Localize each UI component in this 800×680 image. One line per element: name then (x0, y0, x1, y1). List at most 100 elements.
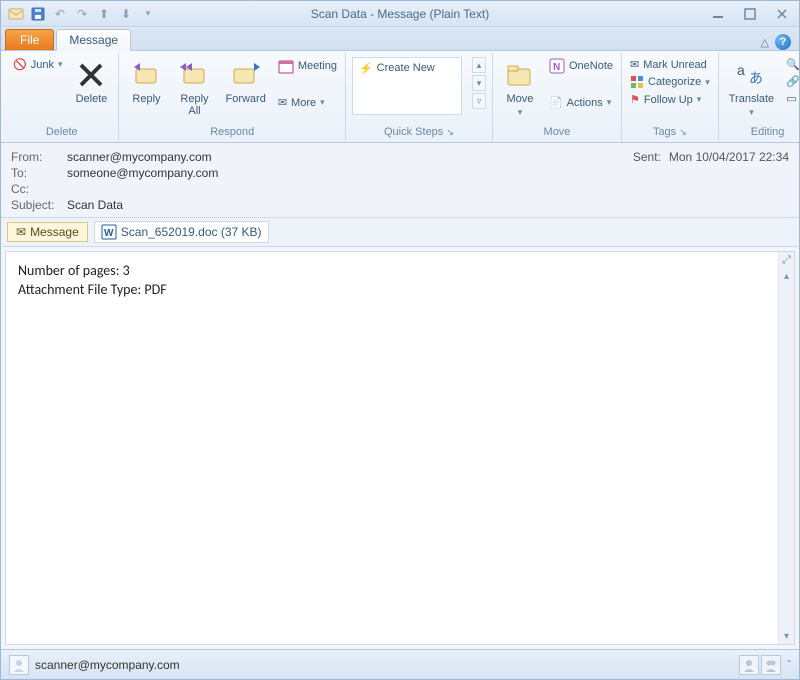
message-icon: ✉ (16, 225, 26, 239)
group-quick-steps: ⚡ Create New ▴ ▾ ▿ Quick Steps ↘ (346, 53, 493, 142)
translate-label: Translate (729, 93, 774, 105)
tags-launcher-icon[interactable]: ↘ (679, 127, 687, 137)
people-pane-expand-icon[interactable]: ˆ (787, 658, 791, 672)
group-label-move: Move (499, 126, 615, 142)
meeting-button[interactable]: Meeting (276, 57, 339, 75)
status-bar: scanner@mycompany.com ˆ (1, 649, 799, 679)
undo-icon[interactable]: ↶ (51, 5, 69, 23)
onenote-label: OneNote (569, 60, 613, 72)
ribbon: 🚫 Junk Delete Delete Reply (1, 51, 799, 143)
tab-message[interactable]: Message (56, 29, 131, 51)
window-controls (707, 6, 793, 22)
mark-unread-label: Mark Unread (643, 59, 707, 71)
categorize-button[interactable]: Categorize (628, 74, 712, 90)
message-body-container: Number of pages: 3 Attachment File Type:… (1, 247, 799, 649)
subject-value: Scan Data (67, 198, 123, 212)
onenote-button[interactable]: N OneNote (547, 57, 615, 75)
more-icon: ✉ (278, 96, 287, 109)
tags-label: Tags (653, 126, 676, 138)
group-editing: aあ Translate 🔍 🔗 ▭ Editing (719, 53, 800, 142)
quick-steps-scroll: ▴ ▾ ▿ (472, 57, 486, 109)
related-icon: 🔗 (786, 75, 800, 88)
scrollbar[interactable]: ⤢ ▴ ▾ (778, 252, 794, 644)
forward-icon (230, 59, 262, 91)
move-icon (504, 59, 536, 91)
title-bar: ↶ ↷ ⬆ ⬇ ▾ Scan Data - Message (Plain Tex… (1, 1, 799, 27)
follow-up-button[interactable]: ⚑ Follow Up (628, 92, 712, 107)
reply-button[interactable]: Reply (125, 57, 167, 107)
ribbon-collapse-icon[interactable]: △ (761, 36, 769, 49)
body-line-1: Number of pages: 3 (18, 262, 782, 281)
attachment-chip[interactable]: W Scan_652019.doc (37 KB) (94, 221, 269, 243)
select-button[interactable]: ▭ (784, 91, 800, 106)
qat-next-icon[interactable]: ⬇ (117, 5, 135, 23)
contact-photo-icon[interactable] (9, 655, 29, 675)
delete-button[interactable]: Delete (70, 57, 112, 107)
word-doc-icon: W (101, 224, 117, 240)
svg-text:あ: あ (749, 70, 763, 86)
from-value: scanner@mycompany.com (67, 150, 212, 164)
junk-label: Junk (31, 59, 54, 71)
sent-label: Sent: (633, 150, 661, 164)
to-value: someone@mycompany.com (67, 166, 218, 180)
to-label: To: (11, 166, 67, 180)
gallery-more-icon[interactable]: ▿ (472, 93, 486, 109)
subject-label: Subject: (11, 198, 67, 212)
find-button[interactable]: 🔍 (784, 57, 800, 72)
gallery-up-icon[interactable]: ▴ (472, 57, 486, 73)
forward-label: Forward (225, 93, 265, 105)
junk-icon: 🚫 (13, 58, 27, 71)
mark-unread-icon: ✉ (630, 58, 639, 71)
group-label-editing: Editing (725, 126, 800, 142)
message-body-tab[interactable]: ✉ Message (7, 222, 88, 242)
actions-button[interactable]: 📄 Actions (547, 95, 615, 110)
qat-customize-dropdown[interactable]: ▾ (139, 5, 157, 23)
maximize-button[interactable] (739, 6, 761, 22)
from-label: From: (11, 150, 67, 164)
reply-icon (130, 59, 162, 91)
people-pane-icon[interactable] (739, 655, 759, 675)
quick-steps-gallery[interactable]: ⚡ Create New (352, 57, 462, 115)
tab-file[interactable]: File (5, 29, 54, 50)
translate-icon: aあ (735, 59, 767, 91)
message-header: From: scanner@mycompany.com Sent:Mon 10/… (1, 143, 799, 218)
attachment-filename: Scan_652019.doc (37 KB) (121, 225, 262, 239)
meeting-label: Meeting (298, 60, 337, 72)
qs-label: Quick Steps (384, 126, 443, 138)
outlook-message-window: ↶ ↷ ⬆ ⬇ ▾ Scan Data - Message (Plain Tex… (0, 0, 800, 680)
more-button[interactable]: ✉ More (276, 95, 339, 110)
group-tags: ✉ Mark Unread Categorize ⚑ Follow Up Tag… (622, 53, 719, 142)
reply-all-label: Reply All (180, 93, 208, 117)
body-line-2: Attachment File Type: PDF (18, 281, 782, 300)
group-label-respond: Respond (125, 126, 338, 142)
forward-button[interactable]: Forward (221, 57, 269, 107)
group-label-tags: Tags ↘ (628, 126, 712, 142)
flag-icon: ⚑ (630, 93, 640, 106)
minimize-button[interactable] (707, 6, 729, 22)
lightning-icon: ⚡ (359, 62, 373, 75)
message-tab-label: Message (30, 225, 79, 239)
translate-button[interactable]: aあ Translate (725, 57, 778, 120)
reply-all-button[interactable]: Reply All (173, 57, 215, 119)
save-icon[interactable] (29, 5, 47, 23)
outlook-icon (7, 5, 25, 23)
gallery-down-icon[interactable]: ▾ (472, 75, 486, 91)
related-button[interactable]: 🔗 (784, 74, 800, 89)
scroll-down-icon[interactable]: ▾ (779, 628, 794, 644)
qat-previous-icon[interactable]: ⬆ (95, 5, 113, 23)
zoom-control-icon[interactable]: ⤢ (779, 252, 794, 268)
redo-icon[interactable]: ↷ (73, 5, 91, 23)
help-icon[interactable]: ? (775, 34, 791, 50)
close-button[interactable] (771, 6, 793, 22)
group-respond: Reply Reply All Forward Meeting ✉ (119, 53, 345, 142)
group-delete: 🚫 Junk Delete Delete (5, 53, 119, 142)
move-button[interactable]: Move (499, 57, 541, 120)
move-label: Move (507, 93, 534, 105)
status-contact: scanner@mycompany.com (35, 658, 180, 672)
scroll-up-icon[interactable]: ▴ (779, 268, 794, 284)
mark-unread-button[interactable]: ✉ Mark Unread (628, 57, 712, 72)
group-move: Move N OneNote 📄 Actions Move (493, 53, 622, 142)
people-pane-icon-2[interactable] (761, 655, 781, 675)
dialog-launcher-icon[interactable]: ↘ (446, 127, 454, 137)
junk-button[interactable]: 🚫 Junk (11, 57, 64, 72)
